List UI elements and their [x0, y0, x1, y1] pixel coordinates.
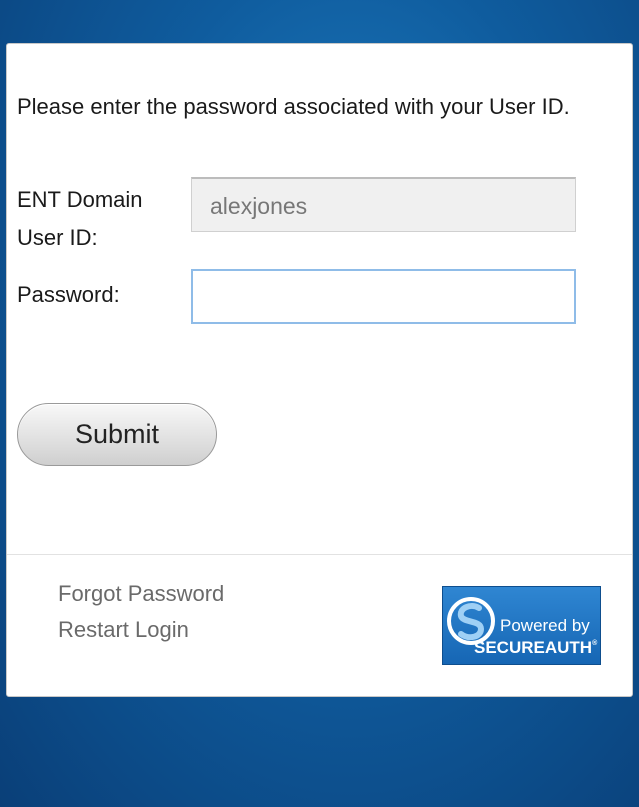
password-field[interactable]: [191, 269, 576, 324]
forgot-password-link[interactable]: Forgot Password: [58, 581, 224, 607]
instructions-text: Please enter the password associated wit…: [17, 94, 570, 119]
user-id-field: alexjones: [191, 177, 576, 232]
login-card: Please enter the password associated wit…: [6, 43, 633, 697]
badge-trademark: ®: [592, 640, 598, 647]
badge-brand-name: SECUREAUTH: [474, 638, 593, 657]
user-id-label: ENT Domain User ID:: [17, 187, 143, 250]
password-label: Password:: [17, 282, 120, 307]
footer-divider: [7, 554, 632, 555]
submit-button[interactable]: Submit: [17, 403, 217, 466]
powered-by-secureauth-badge[interactable]: Powered by SECUREAUTH®: [442, 586, 601, 665]
user-id-value: alexjones: [210, 193, 308, 219]
restart-login-link[interactable]: Restart Login: [58, 617, 189, 643]
badge-brand-text: SECUREAUTH®: [474, 638, 597, 658]
badge-powered-by-text: Powered by: [500, 616, 590, 635]
